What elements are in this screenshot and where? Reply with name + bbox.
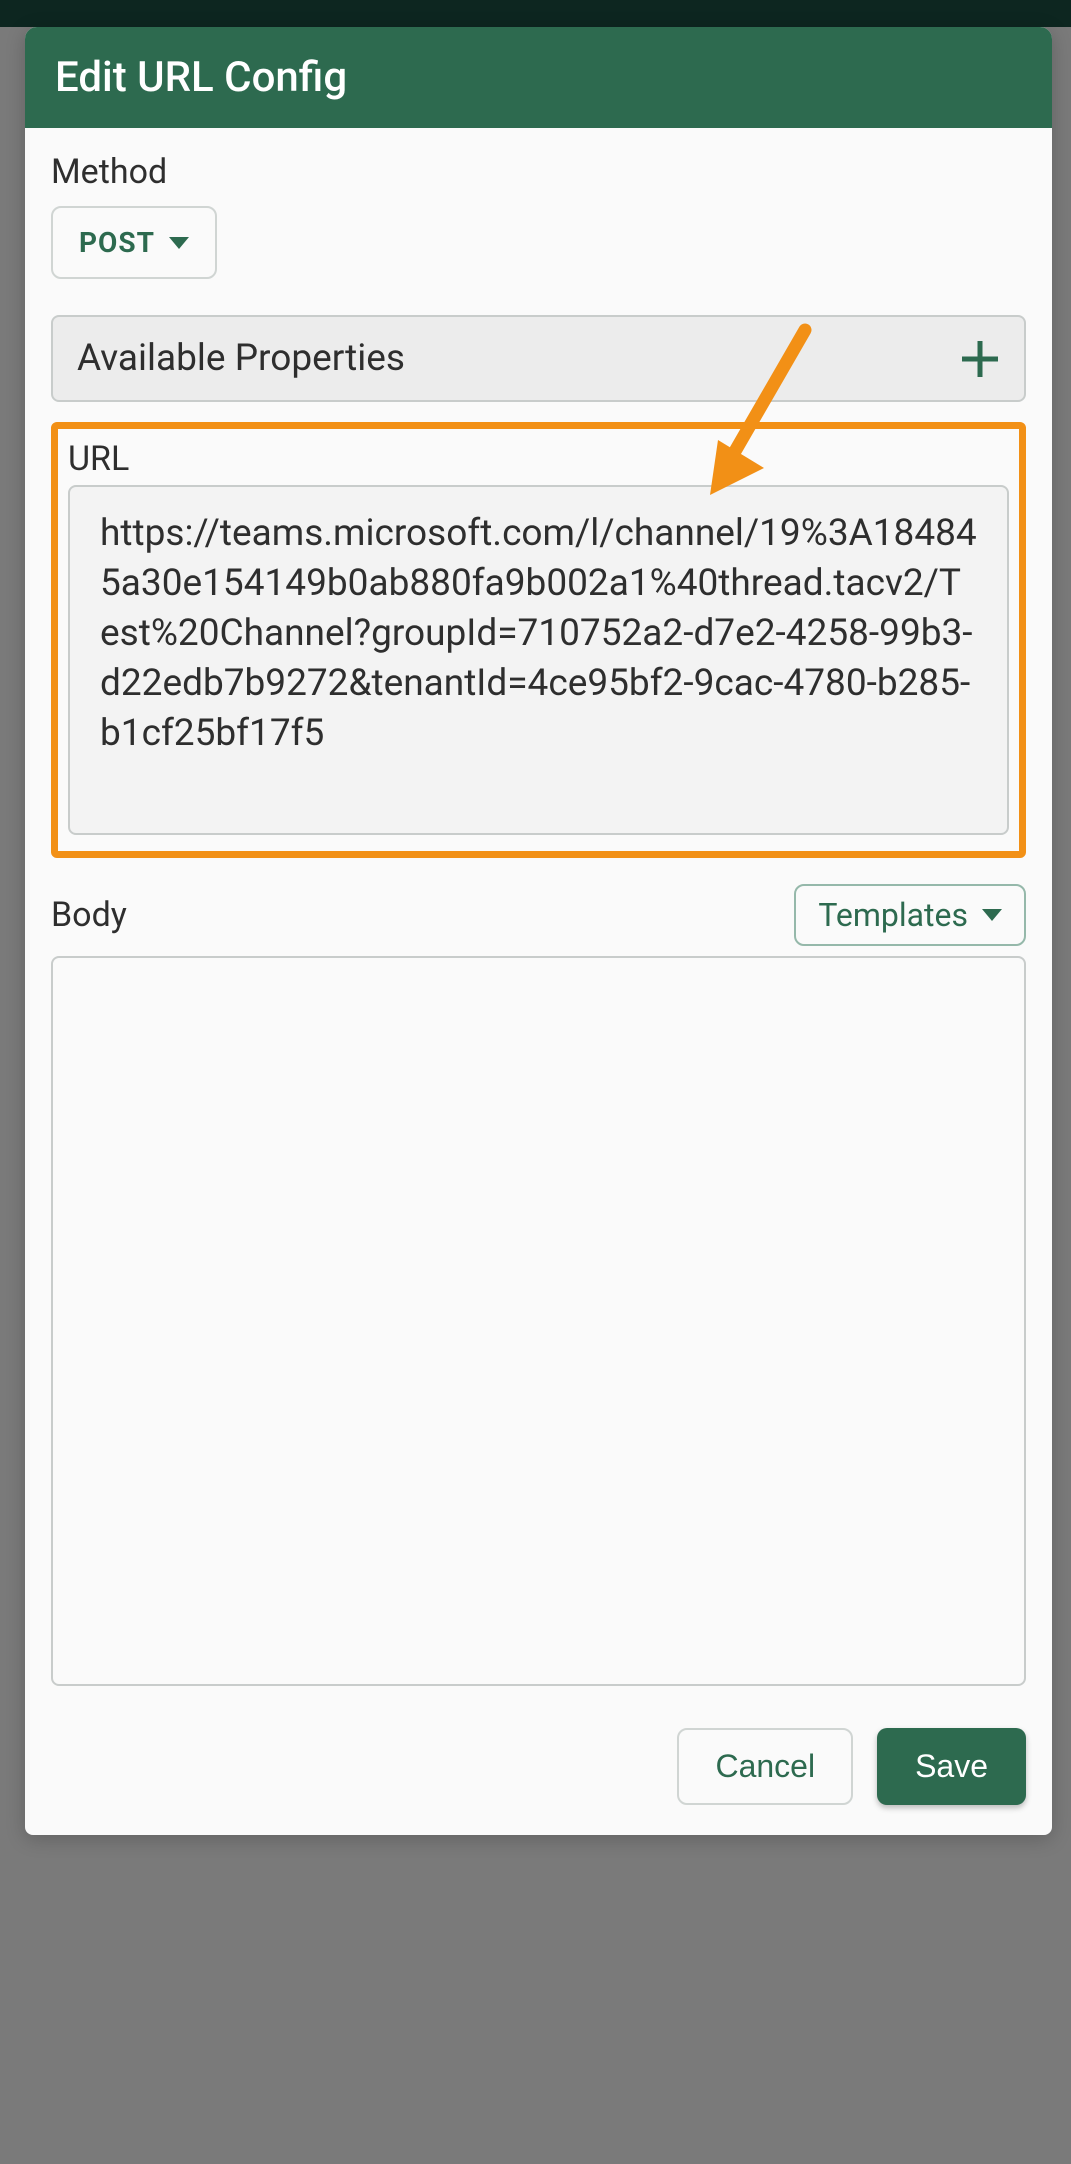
templates-button-label: Templates	[818, 896, 968, 934]
save-button[interactable]: Save	[877, 1728, 1026, 1805]
url-input[interactable]	[68, 485, 1009, 835]
available-properties-panel[interactable]: Available Properties	[51, 315, 1026, 402]
chevron-down-icon	[169, 237, 189, 249]
method-select[interactable]: POST	[51, 206, 217, 279]
chevron-down-icon	[982, 909, 1002, 921]
available-properties-label: Available Properties	[77, 337, 405, 380]
plus-icon[interactable]	[960, 339, 1000, 379]
url-highlight-annotation: URL	[51, 422, 1026, 858]
modal-footer: Cancel Save	[51, 1728, 1026, 1805]
method-label: Method	[51, 152, 1026, 192]
url-label: URL	[68, 439, 1009, 479]
body-section: Body Templates	[51, 884, 1026, 1690]
edit-url-config-modal: Edit URL Config Method POST Available Pr…	[25, 27, 1052, 1835]
body-label: Body	[51, 895, 127, 935]
modal-body: Method POST Available Properties URL Bod…	[25, 128, 1052, 1835]
modal-title: Edit URL Config	[25, 27, 1052, 128]
cancel-button[interactable]: Cancel	[677, 1728, 853, 1805]
method-value: POST	[79, 226, 155, 259]
app-top-bar	[0, 0, 1071, 27]
templates-button[interactable]: Templates	[794, 884, 1026, 946]
body-input[interactable]	[51, 956, 1026, 1686]
